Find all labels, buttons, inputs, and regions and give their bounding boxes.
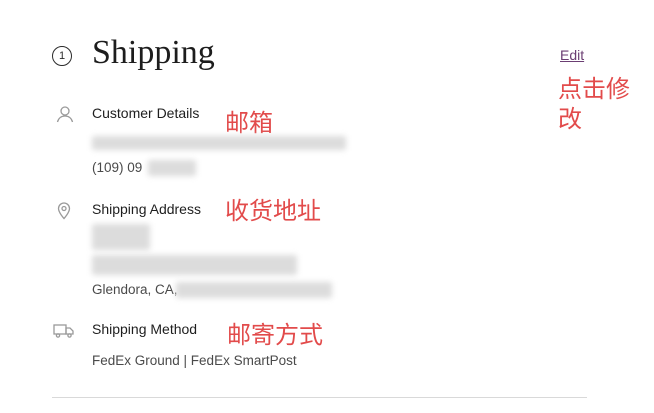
annotation-method: 邮寄方式 (227, 321, 323, 349)
redacted-address-line-3 (176, 282, 332, 298)
edit-link[interactable]: Edit (560, 47, 584, 63)
page-title: Shipping (92, 34, 215, 71)
annotation-address: 收货地址 (225, 197, 321, 225)
truck-icon (53, 320, 75, 340)
address-city-line: Glendora, CA, (92, 282, 178, 297)
shipping-method-value: FedEx Ground | FedEx SmartPost (92, 353, 297, 368)
location-pin-icon (54, 200, 74, 220)
redacted-address-line-1 (92, 224, 150, 250)
annotation-email: 邮箱 (225, 109, 273, 137)
shipping-address-label: Shipping Address (92, 201, 201, 217)
annotation-edit: 点击修改 (558, 75, 630, 133)
customer-details-label: Customer Details (92, 105, 200, 121)
redacted-address-line-2 (92, 255, 297, 275)
redacted-email (92, 136, 346, 150)
shipping-method-label: Shipping Method (92, 321, 198, 337)
section-divider (52, 397, 587, 398)
step-number-badge: 1 (52, 46, 72, 66)
person-icon (55, 104, 75, 124)
redacted-phone (148, 160, 196, 176)
customer-phone: (109) 09 (92, 160, 143, 175)
step-number: 1 (58, 49, 66, 62)
